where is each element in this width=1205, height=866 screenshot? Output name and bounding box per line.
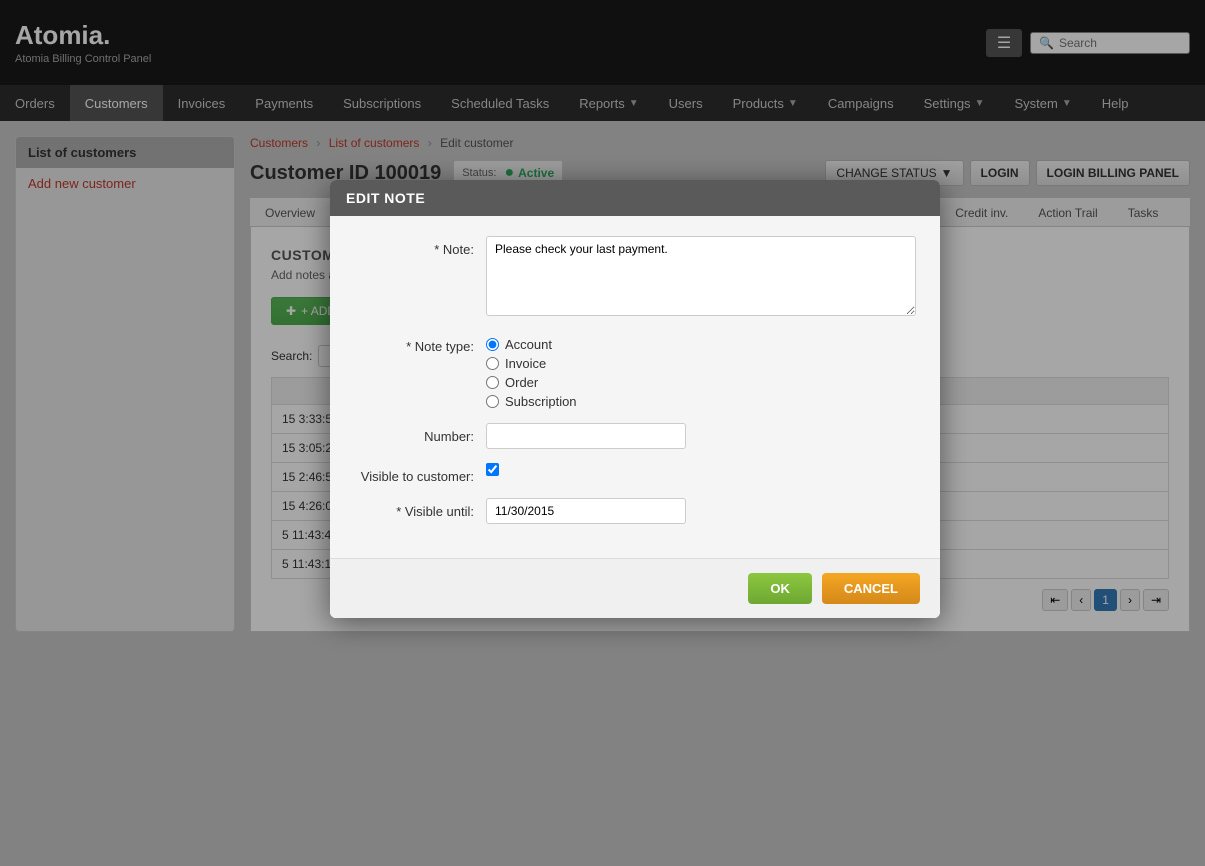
visible-checkbox-label[interactable] (486, 463, 499, 476)
radio-account-label: Account (505, 337, 552, 352)
number-row: Number: (354, 423, 916, 449)
cancel-button[interactable]: CANCEL (822, 573, 920, 604)
note-label: * Note: (354, 236, 474, 257)
until-input[interactable] (486, 498, 686, 524)
radio-invoice-label: Invoice (505, 356, 546, 371)
note-textarea[interactable] (486, 236, 916, 316)
radio-order[interactable]: Order (486, 375, 577, 390)
radio-invoice[interactable]: Invoice (486, 356, 577, 371)
until-row: * Visible until: (354, 498, 916, 524)
radio-subscription-input[interactable] (486, 395, 499, 408)
visible-row: Visible to customer: (354, 463, 916, 484)
modal-header: EDIT NOTE (330, 180, 940, 216)
until-label: * Visible until: (354, 498, 474, 519)
radio-subscription-label: Subscription (505, 394, 577, 409)
note-type-row: * Note type: Account Invoice Order (354, 333, 916, 409)
radio-invoice-input[interactable] (486, 357, 499, 370)
modal-footer: OK CANCEL (330, 558, 940, 618)
note-field-row: * Note: (354, 236, 916, 319)
number-input[interactable] (486, 423, 686, 449)
modal-body: * Note: * Note type: Account Invoice (330, 216, 940, 558)
number-label: Number: (354, 423, 474, 444)
note-input-wrap (486, 236, 916, 319)
radio-order-input[interactable] (486, 376, 499, 389)
radio-account[interactable]: Account (486, 337, 577, 352)
radio-account-input[interactable] (486, 338, 499, 351)
radio-order-label: Order (505, 375, 538, 390)
visible-checkbox[interactable] (486, 463, 499, 476)
note-type-group: Account Invoice Order Subscription (486, 333, 577, 409)
note-type-label: * Note type: (354, 333, 474, 354)
visible-label: Visible to customer: (354, 463, 474, 484)
edit-note-modal: EDIT NOTE * Note: * Note type: Account (330, 180, 940, 618)
ok-button[interactable]: OK (748, 573, 812, 604)
radio-subscription[interactable]: Subscription (486, 394, 577, 409)
modal-overlay[interactable]: EDIT NOTE * Note: * Note type: Account (0, 0, 1205, 866)
